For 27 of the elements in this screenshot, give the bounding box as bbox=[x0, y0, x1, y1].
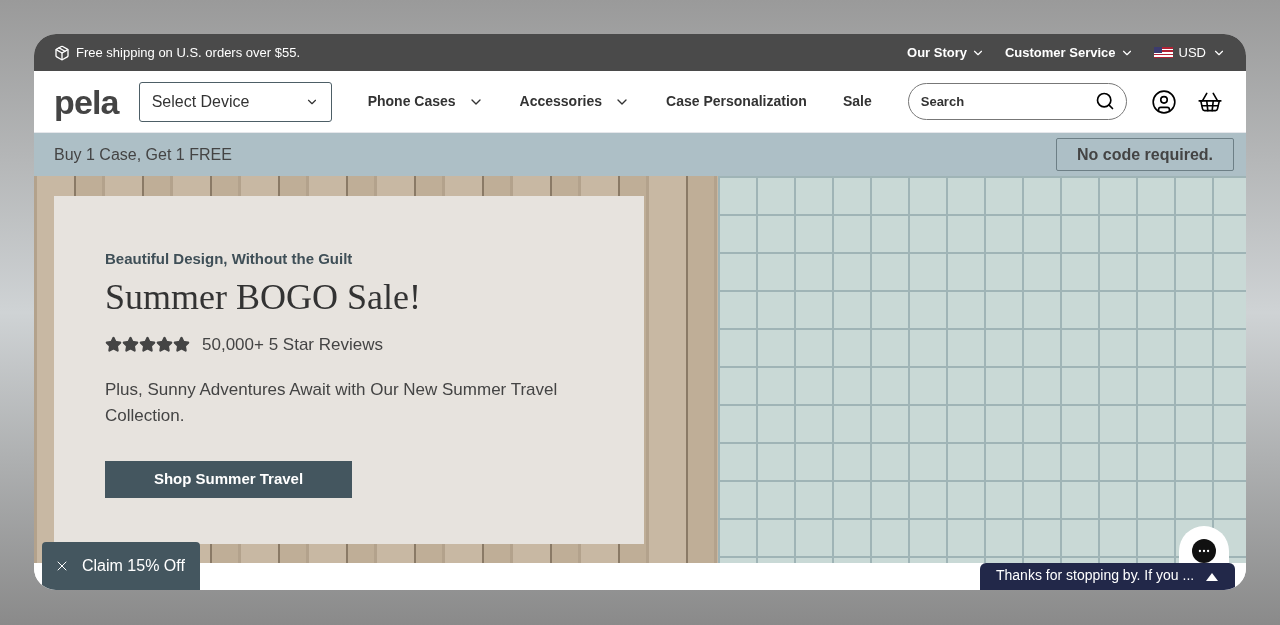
logo[interactable]: pela bbox=[54, 84, 119, 119]
chat-message: Thanks for stopping by. If you ... bbox=[996, 566, 1195, 585]
chat-banner[interactable]: Thanks for stopping by. If you ... bbox=[980, 563, 1235, 590]
search-icon[interactable] bbox=[1094, 91, 1115, 111]
device-select[interactable]: Select Device bbox=[138, 81, 332, 122]
shop-button[interactable]: Shop Summer Travel bbox=[105, 461, 352, 498]
account-icon[interactable] bbox=[1150, 88, 1177, 115]
hero-title: Summer BOGO Sale! bbox=[105, 275, 422, 319]
ellipsis-icon bbox=[1192, 539, 1216, 563]
currency-selector[interactable]: USD bbox=[1153, 42, 1226, 63]
shipping-text: Free shipping on U.S. orders over $55. bbox=[76, 43, 300, 62]
promo-text: Buy 1 Case, Get 1 FREE bbox=[54, 144, 232, 165]
nav-item[interactable]: Sale bbox=[842, 91, 872, 112]
nav-item[interactable]: Case Personalization bbox=[666, 91, 807, 112]
top-link[interactable]: Customer Service bbox=[1005, 42, 1134, 63]
search-field[interactable]: Search bbox=[907, 83, 1127, 120]
claim-button[interactable]: Claim 15% Off bbox=[42, 542, 200, 590]
expand-icon[interactable] bbox=[1206, 573, 1219, 581]
nav-item[interactable]: Accessories bbox=[519, 91, 631, 112]
promo-badge: No code required. bbox=[1055, 138, 1234, 171]
review-count: 50,000+ 5 Star Reviews bbox=[202, 333, 383, 356]
top-link[interactable]: Our Story bbox=[907, 42, 985, 63]
hero-eyebrow: Beautiful Design, Without the Guilt bbox=[105, 249, 354, 269]
nav-item[interactable]: Phone Cases bbox=[367, 91, 484, 112]
box-icon bbox=[54, 44, 70, 61]
hero-description: Plus, Sunny Adventures Await with Our New Summer Travel Collection. bbox=[105, 379, 559, 427]
flag-icon bbox=[1153, 47, 1173, 58]
